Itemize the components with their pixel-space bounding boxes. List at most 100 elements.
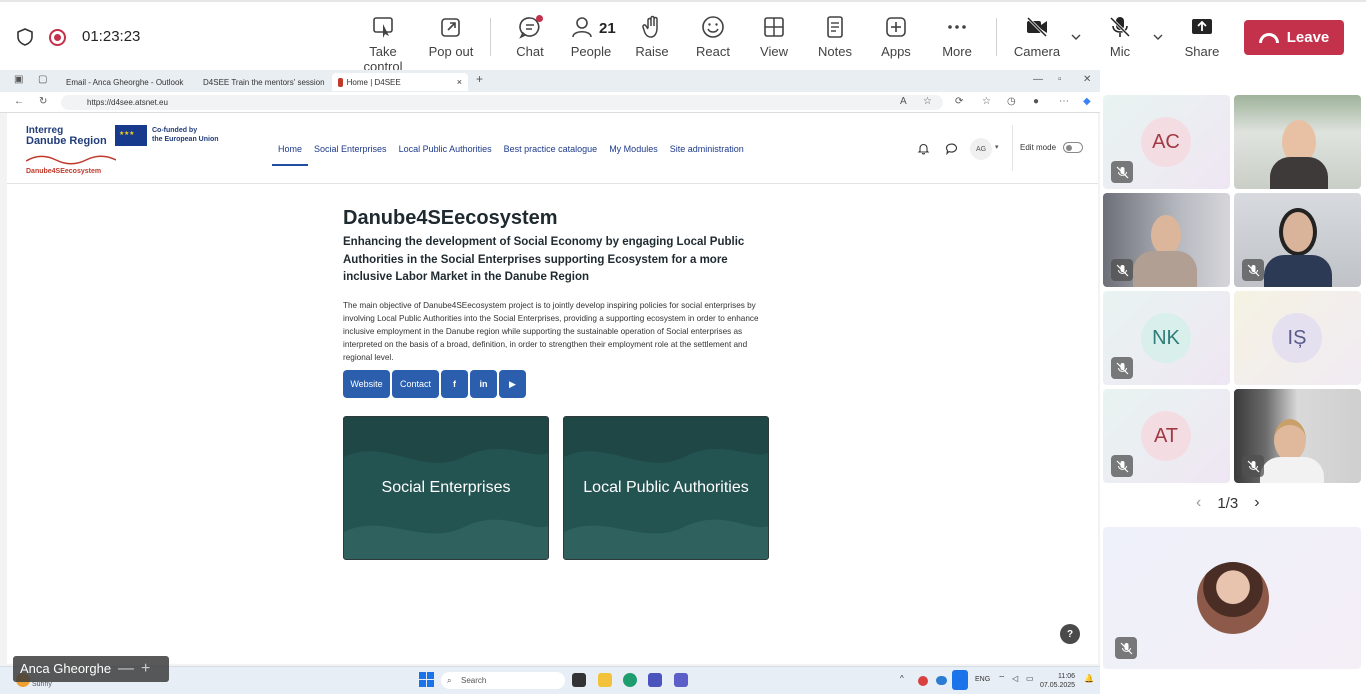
- participant-video-tile[interactable]: [1234, 95, 1361, 189]
- facebook-icon[interactable]: f: [441, 370, 468, 398]
- zoom-out-icon[interactable]: —: [118, 656, 134, 682]
- tab-outlook[interactable]: Email - Anca Gheorghe - Outlook ×: [56, 73, 192, 91]
- leave-button[interactable]: Leave: [1244, 20, 1344, 55]
- notification-center-icon[interactable]: 🔔: [1084, 674, 1094, 683]
- youtube-icon[interactable]: ▶: [499, 370, 526, 398]
- teams-classic-icon[interactable]: [674, 673, 688, 687]
- clock-date: 07.05.2025: [1040, 682, 1076, 689]
- profile-icon[interactable]: ●: [1033, 96, 1039, 107]
- nav-local-public-authorities[interactable]: Local Public Authorities: [393, 141, 498, 157]
- workspaces-icon[interactable]: ▣: [14, 74, 23, 85]
- tab-home-d4see[interactable]: Home | D4SEE ×: [332, 73, 468, 91]
- favorite-star-icon[interactable]: ☆: [923, 96, 932, 107]
- camera-off-icon: [1026, 16, 1048, 38]
- take-control-button[interactable]: Take control: [350, 14, 416, 74]
- windows-start-icon[interactable]: [419, 672, 434, 687]
- cofunded-line1: Co-funded by: [152, 127, 198, 134]
- card-title: Local Public Authorities: [583, 479, 749, 496]
- onedrive-icon[interactable]: [936, 676, 947, 685]
- edge-browser-icon[interactable]: [623, 673, 637, 687]
- read-aloud-icon[interactable]: A: [900, 96, 907, 107]
- raise-hand-button[interactable]: Raise: [620, 14, 684, 64]
- participant-tile[interactable]: NK: [1103, 291, 1230, 385]
- teams-taskbar-icon[interactable]: [648, 673, 662, 687]
- pop-out-button[interactable]: Pop out: [419, 14, 483, 64]
- participant-video-tile[interactable]: [1103, 193, 1230, 287]
- microphone-tray-icon[interactable]: [952, 670, 968, 690]
- people-button[interactable]: 21 People: [559, 14, 623, 64]
- nav-site-administration[interactable]: Site administration: [664, 141, 750, 157]
- language-label[interactable]: ENG: [975, 676, 990, 683]
- notes-button[interactable]: Notes: [803, 14, 867, 64]
- chat-label: Chat: [516, 44, 544, 59]
- view-label: View: [760, 44, 788, 59]
- self-video-tile[interactable]: [1103, 527, 1361, 669]
- zoom-in-icon[interactable]: +: [141, 656, 150, 682]
- take-control-icon: [373, 17, 393, 38]
- minimize-icon[interactable]: —: [1033, 74, 1043, 85]
- url-input[interactable]: https://d4see.atsnet.eu: [61, 95, 943, 110]
- interreg-logo[interactable]: Interreg Danube Region: [26, 125, 107, 147]
- restore-icon[interactable]: ▫: [1058, 74, 1062, 85]
- refresh-icon[interactable]: ↻: [39, 96, 47, 107]
- new-tab-button[interactable]: +: [476, 72, 483, 86]
- more-button[interactable]: More: [925, 14, 989, 64]
- camera-button[interactable]: Camera: [1005, 14, 1069, 64]
- help-button[interactable]: ?: [1060, 624, 1080, 644]
- social-enterprises-card[interactable]: Social Enterprises: [343, 416, 549, 560]
- shared-screen: ▣ ▢ Email - Anca Gheorghe - Outlook × D4…: [0, 70, 1100, 694]
- nav-my-modules[interactable]: My Modules: [603, 141, 664, 157]
- page-description: The main objective of Danube4SEecosystem…: [343, 301, 759, 362]
- participant-tile[interactable]: AT: [1103, 389, 1230, 483]
- react-button[interactable]: React: [681, 14, 745, 64]
- notification-bell-icon[interactable]: [917, 142, 930, 155]
- messages-icon[interactable]: [945, 142, 958, 155]
- self-avatar: [1197, 562, 1269, 634]
- participant-tile[interactable]: IȘ: [1234, 291, 1361, 385]
- website-button[interactable]: Website: [343, 370, 390, 398]
- contact-button[interactable]: Contact: [392, 370, 439, 398]
- edit-mode-toggle[interactable]: [1063, 142, 1083, 153]
- wifi-icon[interactable]: ⌔: [998, 674, 1006, 684]
- share-button[interactable]: Share: [1170, 14, 1234, 64]
- nav-home[interactable]: Home: [272, 141, 309, 166]
- mic-button[interactable]: Mic: [1088, 14, 1152, 64]
- tray-chevron-up-icon[interactable]: ^: [900, 674, 904, 683]
- copilot-icon[interactable]: ◆: [1083, 96, 1091, 107]
- linkedin-icon[interactable]: in: [470, 370, 497, 398]
- participant-video-tile[interactable]: [1234, 389, 1361, 483]
- extensions-icon[interactable]: ⟳: [955, 96, 963, 107]
- taskbar-search-input[interactable]: ⌕ Search: [441, 672, 565, 689]
- chat-button[interactable]: Chat: [498, 14, 562, 64]
- volume-icon[interactable]: ◁: [1012, 674, 1018, 683]
- nav-best-practice-catalogue[interactable]: Best practice catalogue: [498, 141, 604, 157]
- participant-tile[interactable]: AC: [1103, 95, 1230, 189]
- system-clock[interactable]: 11:06 07.05.2025: [1040, 672, 1075, 690]
- tab-d4see-session[interactable]: D4SEE Train the mentors' session ×: [193, 73, 331, 91]
- file-explorer-icon[interactable]: [598, 673, 612, 687]
- nav-social-enterprises[interactable]: Social Enterprises: [308, 141, 393, 157]
- previous-page-chevron-icon[interactable]: ‹: [1196, 494, 1201, 512]
- logo-line2: Danube Region: [26, 135, 107, 147]
- next-page-chevron-icon[interactable]: ›: [1254, 494, 1259, 512]
- apps-button[interactable]: Apps: [864, 14, 928, 64]
- tray-app-icon[interactable]: [918, 676, 928, 686]
- mic-options-chevron-icon[interactable]: [1152, 31, 1164, 43]
- link-button-row: Website Contact f in ▶: [343, 370, 526, 398]
- user-menu-chevron-icon[interactable]: ▾: [995, 143, 999, 151]
- task-view-icon[interactable]: [572, 673, 586, 687]
- favorites-icon[interactable]: ☆: [982, 96, 991, 107]
- close-tab-icon[interactable]: ×: [457, 77, 462, 87]
- user-avatar[interactable]: AG: [970, 138, 992, 160]
- tab-actions-icon[interactable]: ▢: [38, 74, 47, 85]
- history-icon[interactable]: ◷: [1007, 96, 1016, 107]
- settings-more-icon[interactable]: ⋯: [1059, 96, 1069, 107]
- participant-video-tile[interactable]: [1234, 193, 1361, 287]
- close-window-icon[interactable]: ✕: [1083, 74, 1091, 85]
- back-icon[interactable]: ←: [14, 96, 24, 107]
- battery-icon[interactable]: ▭: [1026, 674, 1034, 683]
- tab-title: D4SEE Train the mentors' session: [203, 77, 325, 87]
- local-public-authorities-card[interactable]: Local Public Authorities: [563, 416, 769, 560]
- view-button[interactable]: View: [742, 14, 806, 64]
- camera-options-chevron-icon[interactable]: [1070, 31, 1082, 43]
